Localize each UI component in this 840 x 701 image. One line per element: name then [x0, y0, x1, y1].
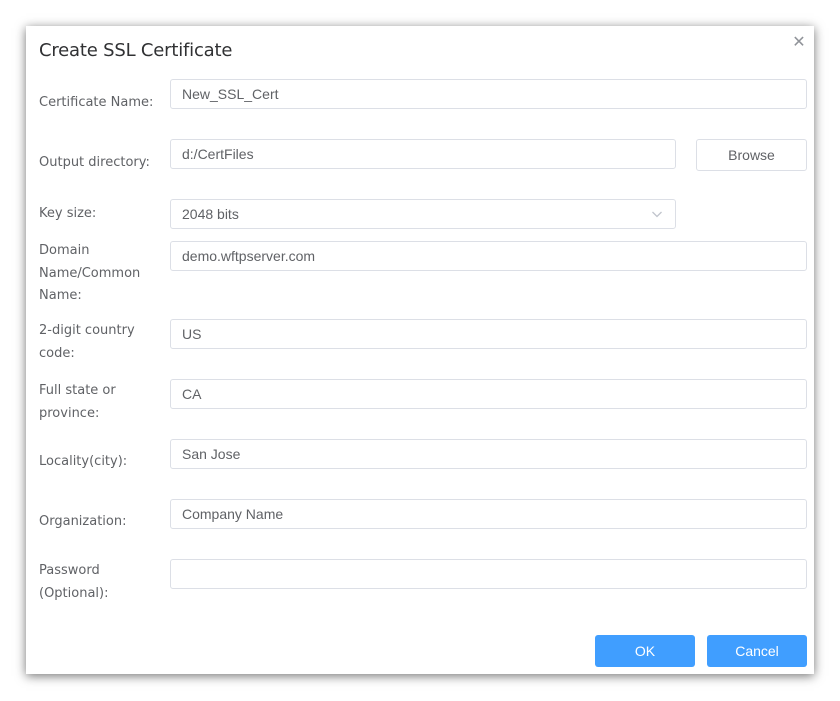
certificate-name-label: Certificate Name:	[39, 95, 154, 110]
domain-name-input[interactable]: demo.wftpserver.com	[170, 241, 807, 271]
organization-label: Organization:	[39, 514, 127, 529]
state-label: Full state or province:	[39, 383, 116, 421]
locality-input[interactable]: San Jose	[170, 439, 807, 469]
close-icon[interactable]: ✕	[791, 34, 807, 50]
state-input[interactable]: CA	[170, 379, 807, 409]
cancel-button[interactable]: Cancel	[707, 635, 807, 667]
domain-name-label: Domain Name/Common Name:	[39, 243, 141, 303]
locality-label: Locality(city):	[39, 454, 128, 469]
chevron-down-icon	[652, 211, 662, 218]
browse-button[interactable]: Browse	[696, 139, 807, 171]
key-size-value: 2048 bits	[182, 206, 239, 222]
ok-button[interactable]: OK	[595, 635, 695, 667]
certificate-name-input[interactable]: New_SSL_Cert	[170, 79, 807, 109]
password-input[interactable]	[170, 559, 807, 589]
organization-input[interactable]: Company Name	[170, 499, 807, 529]
dialog-title: Create SSL Certificate	[39, 40, 233, 61]
create-ssl-certificate-dialog: Create SSL Certificate ✕ Certificate Nam…	[26, 26, 814, 674]
country-code-input[interactable]: US	[170, 319, 807, 349]
country-code-label: 2-digit country code:	[39, 323, 135, 361]
key-size-select[interactable]: 2048 bits	[170, 199, 676, 229]
key-size-label: Key size:	[39, 206, 97, 221]
password-label: Password (Optional):	[39, 563, 109, 601]
output-directory-label: Output directory:	[39, 155, 150, 170]
output-directory-input[interactable]: d:/CertFiles	[170, 139, 676, 169]
